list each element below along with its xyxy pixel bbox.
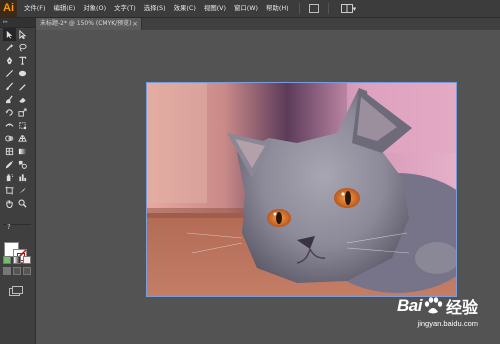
- baidu-watermark: Bai 经验 jingyan.baidu.com: [397, 294, 478, 328]
- shape-builder-tool-icon[interactable]: [3, 132, 16, 145]
- draw-mode-row: [3, 267, 33, 275]
- panel-grip[interactable]: ▸▸: [0, 18, 35, 28]
- draw-normal-button[interactable]: [3, 267, 11, 275]
- close-icon[interactable]: ×: [132, 18, 138, 30]
- illustrator-logo-icon: Ai: [0, 0, 17, 17]
- tools-panel: ▸▸ ?: [0, 18, 36, 344]
- menu-select[interactable]: 选择(S): [140, 0, 170, 17]
- magic-wand-tool-icon[interactable]: [3, 41, 16, 54]
- rotate-tool-icon[interactable]: [3, 106, 16, 119]
- color-mode-row: [3, 256, 33, 264]
- symbol-sprayer-tool-icon[interactable]: [3, 171, 16, 184]
- menu-object[interactable]: 对象(O): [79, 0, 110, 17]
- artboard-tool-icon[interactable]: [3, 184, 16, 197]
- menu-help[interactable]: 帮助(H): [262, 0, 293, 17]
- document-tab-bar: 未标题-2* @ 150% (CMYK/预览) ×: [36, 18, 500, 30]
- watermark-url: jingyan.baidu.com: [417, 319, 478, 328]
- eraser-tool-icon[interactable]: [16, 93, 29, 106]
- blob-brush-tool-icon[interactable]: [3, 93, 16, 106]
- menu-separator: [298, 3, 300, 14]
- canvas-area[interactable]: Bai 经验 jingyan.baidu.com: [36, 30, 500, 344]
- direct-selection-tool-icon[interactable]: [16, 28, 29, 41]
- color-mode-button[interactable]: [3, 256, 11, 264]
- screen-mode-icon: [9, 286, 23, 296]
- watermark-bai: Bai: [397, 296, 422, 315]
- lasso-tool-icon[interactable]: [16, 41, 29, 54]
- baidu-jingyan-logo: Bai 经验: [397, 294, 478, 318]
- menu-list: 文件(F) 编辑(E) 对象(O) 文字(T) 选择(S) 效果(C) 视图(V…: [20, 0, 293, 17]
- mesh-tool-icon[interactable]: [3, 145, 16, 158]
- slice-tool-icon[interactable]: [16, 184, 29, 197]
- type-tool-icon[interactable]: [16, 54, 29, 67]
- hand-tool-icon[interactable]: [3, 197, 16, 210]
- menu-edit[interactable]: 编辑(E): [49, 0, 79, 17]
- draw-inside-button[interactable]: [23, 267, 31, 275]
- none-mode-button[interactable]: [23, 256, 31, 264]
- menu-type[interactable]: 文字(T): [110, 0, 140, 17]
- gradient-tool-icon[interactable]: [16, 145, 29, 158]
- gradient-mode-button[interactable]: [13, 256, 21, 264]
- document-tab-label: 未标题-2* @ 150% (CMYK/预览): [40, 20, 132, 27]
- column-graph-tool-icon[interactable]: [16, 171, 29, 184]
- selection-tool-icon[interactable]: [3, 28, 16, 41]
- menu-separator: [327, 3, 329, 14]
- blend-tool-icon[interactable]: [16, 158, 29, 171]
- pencil-tool-icon[interactable]: [16, 80, 29, 93]
- scale-tool-icon[interactable]: [16, 106, 29, 119]
- eyedropper-tool-icon[interactable]: [3, 158, 16, 171]
- arrange-documents-button[interactable]: ▾: [340, 4, 357, 13]
- paintbrush-tool-icon[interactable]: [3, 80, 16, 93]
- zoom-tool-icon[interactable]: [16, 197, 29, 210]
- line-segment-tool-icon[interactable]: [3, 67, 16, 80]
- menu-effect[interactable]: 效果(C): [170, 0, 200, 17]
- pen-tool-icon[interactable]: [3, 54, 16, 67]
- draw-behind-button[interactable]: [13, 267, 21, 275]
- paw-icon: [424, 297, 443, 314]
- help-icon[interactable]: ?: [7, 223, 11, 231]
- menu-view[interactable]: 视图(V): [200, 0, 230, 17]
- screen-mode-button[interactable]: [9, 281, 23, 300]
- bridge-icon[interactable]: [308, 4, 319, 13]
- menu-file[interactable]: 文件(F): [20, 0, 49, 17]
- artboard[interactable]: [146, 82, 457, 297]
- free-transform-tool-icon[interactable]: [16, 119, 29, 132]
- arrange-documents-icon: [340, 4, 353, 13]
- perspective-grid-tool-icon[interactable]: [16, 132, 29, 145]
- ellipse-tool-icon[interactable]: [16, 67, 29, 80]
- document-tab[interactable]: 未标题-2* @ 150% (CMYK/预览) ×: [36, 18, 142, 30]
- cat-photo: [147, 83, 456, 296]
- menu-bar: Ai 文件(F) 编辑(E) 对象(O) 文字(T) 选择(S) 效果(C) 视…: [0, 0, 500, 18]
- menu-window[interactable]: 窗口(W): [230, 0, 262, 17]
- width-tool-icon[interactable]: [3, 119, 16, 132]
- watermark-jingyan: 经验: [445, 300, 478, 317]
- chevron-down-icon: ▾: [352, 4, 357, 13]
